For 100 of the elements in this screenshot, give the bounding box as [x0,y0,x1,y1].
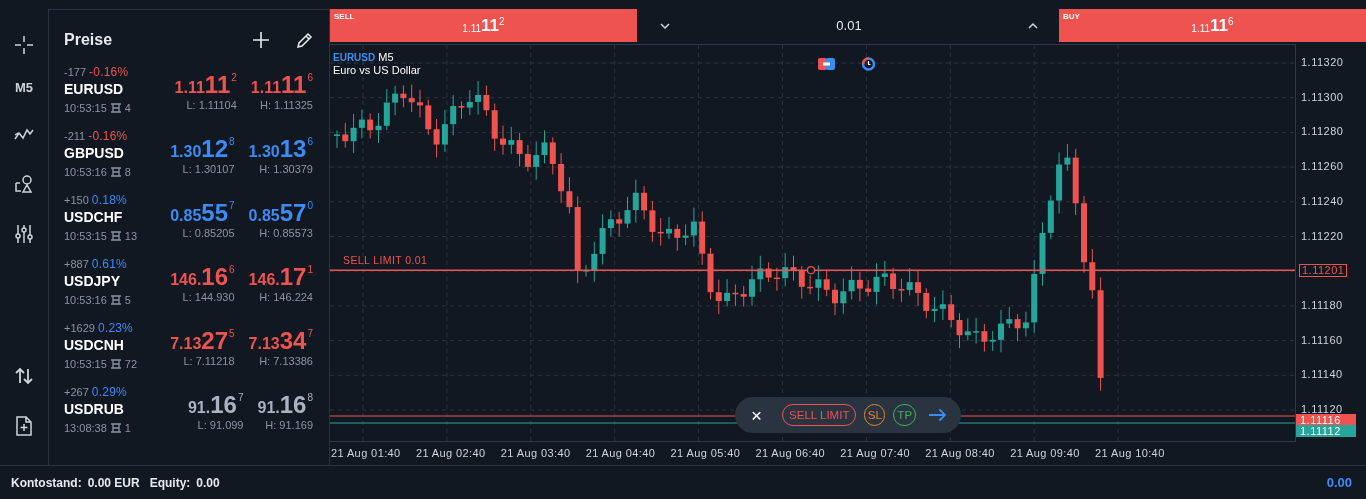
timeframe-label: M5 [378,51,394,63]
volume-field[interactable]: 0.01 [836,18,862,33]
order-price-tag: 1.11201 [1299,264,1348,278]
time-tick: 21 Aug 06:40 [754,447,827,461]
balance-value: 0.00 EUR [87,475,140,490]
symbol-label: USDCHF [64,209,124,225]
change-percent: -0.16% [89,65,129,79]
time-tick: 21 Aug 01:40 [330,447,402,461]
shapes-icon[interactable] [13,173,35,195]
spread-icon [109,231,122,241]
high-text: H: 91.169 [265,419,313,431]
price-tick: 1.11320 [1301,56,1344,69]
high-text: H: 1.30379 [259,163,313,175]
change-points: +150 [64,194,89,206]
sliders-icon[interactable] [13,223,35,245]
swap-icon[interactable] [818,57,835,71]
price-tick: 1.11300 [1301,90,1344,104]
spread-icon [109,167,122,177]
order-handle[interactable] [806,266,816,275]
candle [749,265,755,307]
bid-price-tag: 1.11116 [1296,414,1356,426]
time-tick: 21 Aug 03:40 [499,447,572,461]
time-text: 10:53:15 [64,102,107,114]
spread-icon [109,423,122,433]
equity-label: Equity: [149,475,191,490]
add-document-icon[interactable] [13,415,35,437]
edit-icon[interactable] [295,30,315,50]
spread-icon [109,295,122,305]
time-tick: 21 Aug 02:40 [414,447,487,461]
candle [666,216,672,240]
high-text: H: 146.224 [259,291,313,303]
clock-icon[interactable] [860,57,877,71]
price-tick: 1.11140 [1301,368,1343,382]
symbol-button[interactable]: EURUSD [333,52,376,63]
spread-text: 5 [124,294,131,306]
candle [583,264,589,278]
spread-text: 13 [124,230,138,242]
price-tick: 1.11260 [1301,160,1344,174]
spread-text: 72 [124,358,138,370]
symbol-label: USDCNH [64,337,125,353]
low-text: L: 1.30107 [182,163,235,175]
price-tick: 1.11180 [1301,298,1343,312]
add-icon[interactable] [251,30,271,50]
arrow-right-icon[interactable] [928,408,947,422]
high-text: H: 1.11325 [260,99,313,111]
change-percent: 0.23% [97,321,133,335]
change-percent: 0.18% [91,193,127,207]
candle [832,283,838,316]
candle [915,270,921,307]
change-points: -211 [64,130,86,142]
candle [334,129,340,149]
low-text: L: 144.930 [182,291,235,303]
price-tick: 1.11160 [1301,333,1343,347]
symbol-label: EURUSD [64,81,125,97]
time-text: 10:53:15 [64,358,107,370]
low-text: L: 91.099 [197,419,244,431]
spread-icon [109,359,122,369]
time-text: 13:08:38 [64,422,107,434]
time-tick: 21 Aug 09:40 [1009,447,1081,461]
crosshair-icon[interactable] [13,34,35,56]
low-text: L: 0.85205 [182,227,235,239]
change-points: +887 [64,258,89,270]
symbol-label: USDRUB [64,401,125,417]
time-tick: 21 Aug 05:40 [669,447,742,461]
time-tick: 21 Aug 08:40 [924,447,996,461]
change-percent: 0.61% [91,257,127,271]
price-tick: 1.11220 [1301,229,1344,243]
spread-text: 4 [124,102,131,114]
candle [998,309,1004,353]
price-tick: 1.11240 [1301,194,1344,208]
timeframe-button[interactable]: M5 [14,80,34,95]
time-tick: 21 Aug 10:40 [1094,447,1166,461]
candle [500,125,506,156]
balance-label: Kontostand: [11,475,82,490]
symbol-description: Euro vs US Dollar [333,64,421,76]
change-points: -177 [64,66,87,78]
change-percent: 0.29% [91,385,127,399]
time-tick: 21 Aug 04:40 [584,447,657,461]
high-text: H: 0.85573 [259,227,313,239]
spread-icon [109,103,122,113]
change-percent: -0.16% [88,129,128,143]
low-text: L: 1.11104 [186,99,237,111]
spread-text: 1 [124,422,131,434]
panel-title: Preise [64,31,114,49]
spread-text: 8 [124,166,131,178]
change-points: +1629 [64,322,95,334]
change-points: +267 [64,386,89,398]
time-text: 10:53:15 [64,230,107,242]
close-button[interactable]: × [751,405,763,425]
order-line-label: SELL LIMIT 0.01 [343,254,428,266]
candle [417,89,423,118]
time-tick: 21 Aug 07:40 [839,447,911,461]
price-tick: 1.11120 [1301,403,1343,416]
time-text: 10:53:16 [64,294,107,306]
sort-arrows-icon[interactable] [13,365,35,387]
price-tick: 1.11280 [1301,125,1344,139]
time-text: 10:53:16 [64,166,107,178]
symbol-label: USDJPY [64,273,122,289]
ask-price-tag: 1.11112 [1296,425,1356,437]
equity-value: 0.00 [196,475,220,490]
